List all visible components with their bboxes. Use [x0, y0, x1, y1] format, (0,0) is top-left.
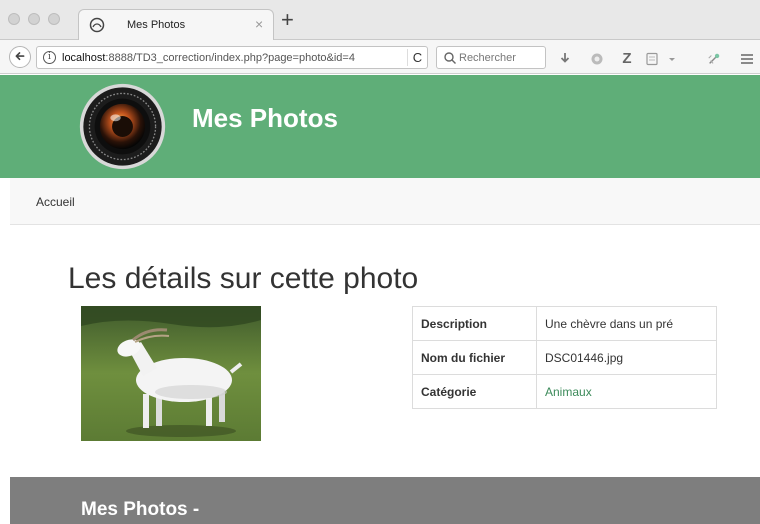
chevron-down-icon[interactable] — [667, 52, 677, 66]
detail-value-cell: Animaux — [536, 374, 717, 409]
globe-icon — [89, 17, 105, 33]
detail-value: DSC01446.jpg — [536, 340, 717, 375]
window-close-button[interactable] — [8, 13, 20, 25]
browser-navigation-bar: i localhost:8888/TD3_correction/index.ph… — [0, 40, 760, 74]
download-icon[interactable] — [558, 52, 572, 66]
url-path: :8888/TD3_correction/index.php?page=phot… — [105, 52, 355, 64]
browser-tab-strip: Mes Photos × + — [0, 0, 760, 40]
table-row: Description Une chèvre dans un pré — [412, 306, 717, 341]
developer-tools-icon[interactable] — [706, 52, 722, 66]
url-text[interactable]: localhost:8888/TD3_correction/index.php?… — [62, 52, 355, 64]
url-host: localhost — [62, 52, 106, 64]
browser-tab[interactable]: Mes Photos × — [78, 9, 274, 40]
extension-icon[interactable] — [590, 52, 604, 66]
table-row: Nom du fichier DSC01446.jpg — [412, 340, 717, 375]
detail-label: Description — [412, 306, 537, 341]
search-icon — [444, 52, 456, 64]
back-arrow-icon — [15, 52, 25, 61]
tab-close-icon[interactable]: × — [255, 16, 263, 32]
detail-value: Une chèvre dans un pré — [536, 306, 717, 341]
table-row: Catégorie Animaux — [412, 374, 717, 409]
hamburger-menu-icon[interactable] — [740, 52, 754, 66]
search-input[interactable]: Rechercher — [436, 46, 546, 69]
main-menu: Accueil — [10, 178, 760, 225]
new-tab-icon[interactable]: + — [281, 9, 294, 31]
site-header: Mes Photos — [0, 75, 760, 178]
reload-icon[interactable]: C — [407, 49, 427, 66]
site-title: Mes Photos — [192, 103, 338, 133]
photo-details-table: Description Une chèvre dans un pré Nom d… — [412, 306, 717, 409]
window-minimize-button[interactable] — [28, 13, 40, 25]
footer-title: Mes Photos - — [81, 499, 200, 520]
address-bar[interactable]: i localhost:8888/TD3_correction/index.ph… — [36, 46, 428, 69]
goat-photo — [81, 306, 261, 441]
page-title: Les détails sur cette photo — [68, 262, 419, 295]
menu-item-accueil[interactable]: Accueil — [36, 195, 75, 209]
category-link[interactable]: Animaux — [545, 385, 592, 399]
search-placeholder: Rechercher — [459, 52, 516, 64]
detail-label: Catégorie — [412, 374, 537, 409]
window-zoom-button[interactable] — [48, 13, 60, 25]
tab-title: Mes Photos — [127, 19, 186, 31]
camera-lens-logo — [79, 83, 166, 170]
zotero-icon[interactable]: Z — [620, 51, 634, 66]
detail-label: Nom du fichier — [412, 340, 537, 375]
info-icon[interactable]: i — [43, 51, 56, 64]
reader-icon[interactable] — [645, 52, 659, 66]
back-button[interactable] — [9, 46, 31, 68]
site-footer: Mes Photos - — [10, 477, 760, 524]
